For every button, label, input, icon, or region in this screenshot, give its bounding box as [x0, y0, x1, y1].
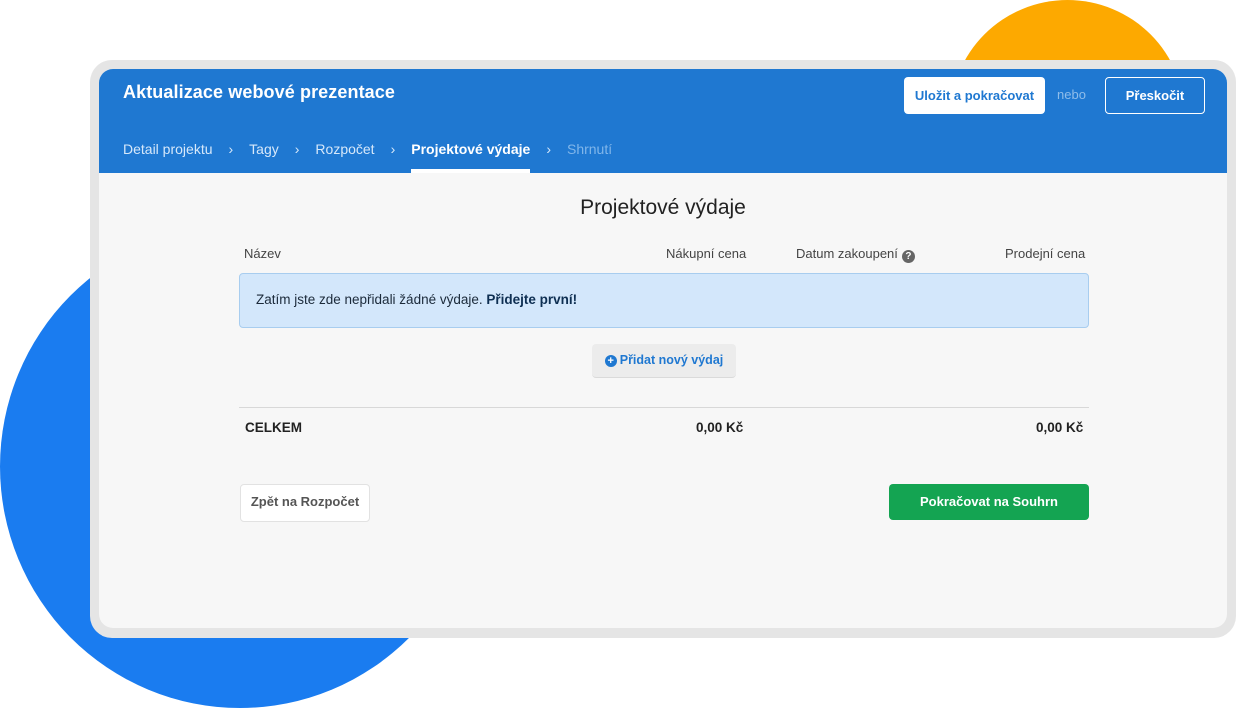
step-summary: Shrnutí	[566, 141, 613, 157]
column-header-name: Název	[244, 246, 281, 261]
empty-state-message: Zatím jste zde nepřidali žádné výdaje.	[256, 292, 483, 307]
add-first-link[interactable]: Přidejte první!	[486, 292, 577, 307]
continue-to-summary-button[interactable]: Pokračovat na Souhrn	[889, 484, 1089, 520]
save-and-continue-button[interactable]: Uložit a pokračovat	[904, 77, 1045, 114]
column-header-purchase-price: Nákupní cena	[666, 246, 747, 261]
step-project-expenses[interactable]: Projektové výdaje	[411, 138, 531, 173]
app-window: Aktualizace webové prezentace Uložit a p…	[99, 69, 1227, 628]
help-icon[interactable]: ?	[901, 250, 915, 263]
header-bar: Aktualizace webové prezentace Uložit a p…	[99, 69, 1227, 173]
add-expense-button[interactable]: + Přidat nový výdaj	[592, 344, 736, 378]
empty-state-text: Zatím jste zde nepřidali žádné výdaje. P…	[256, 292, 577, 307]
add-expense-label: Přidat nový výdaj	[619, 353, 724, 367]
total-label: CELKEM	[245, 420, 302, 435]
section-title: Projektové výdaje	[580, 196, 746, 219]
step-budget[interactable]: Rozpočet	[315, 138, 374, 160]
plus-circle-icon: +	[604, 355, 617, 367]
total-purchase-value: 0,00 Kč	[696, 420, 744, 435]
empty-state-alert: Zatím jste zde nepřidali žádné výdaje. P…	[239, 273, 1089, 328]
step-project-detail[interactable]: Detail projektu	[123, 138, 213, 160]
divider	[239, 407, 1089, 408]
page-title-header: Aktualizace webové prezentace	[123, 82, 396, 102]
or-text: nebo	[1057, 87, 1086, 102]
total-sale-value: 0,00 Kč	[1036, 420, 1084, 435]
column-header-sale-price: Prodejní cena	[1005, 246, 1086, 261]
wizard-steps: Detail projektu › Tagy › Rozpočet › Proj…	[123, 138, 612, 173]
chevron-right-icon: ›	[390, 141, 396, 157]
column-header-purchase-date-label: Datum zakoupení	[796, 246, 898, 261]
back-to-budget-button[interactable]: Zpět na Rozpočet	[240, 484, 370, 522]
column-header-purchase-date: Datum zakoupení?	[796, 246, 915, 263]
skip-button[interactable]: Přeskočit	[1105, 77, 1205, 114]
chevron-right-icon: ›	[294, 141, 300, 157]
chevron-right-icon: ›	[546, 141, 551, 157]
chevron-right-icon: ›	[228, 141, 234, 157]
step-tags[interactable]: Tagy	[249, 138, 279, 160]
